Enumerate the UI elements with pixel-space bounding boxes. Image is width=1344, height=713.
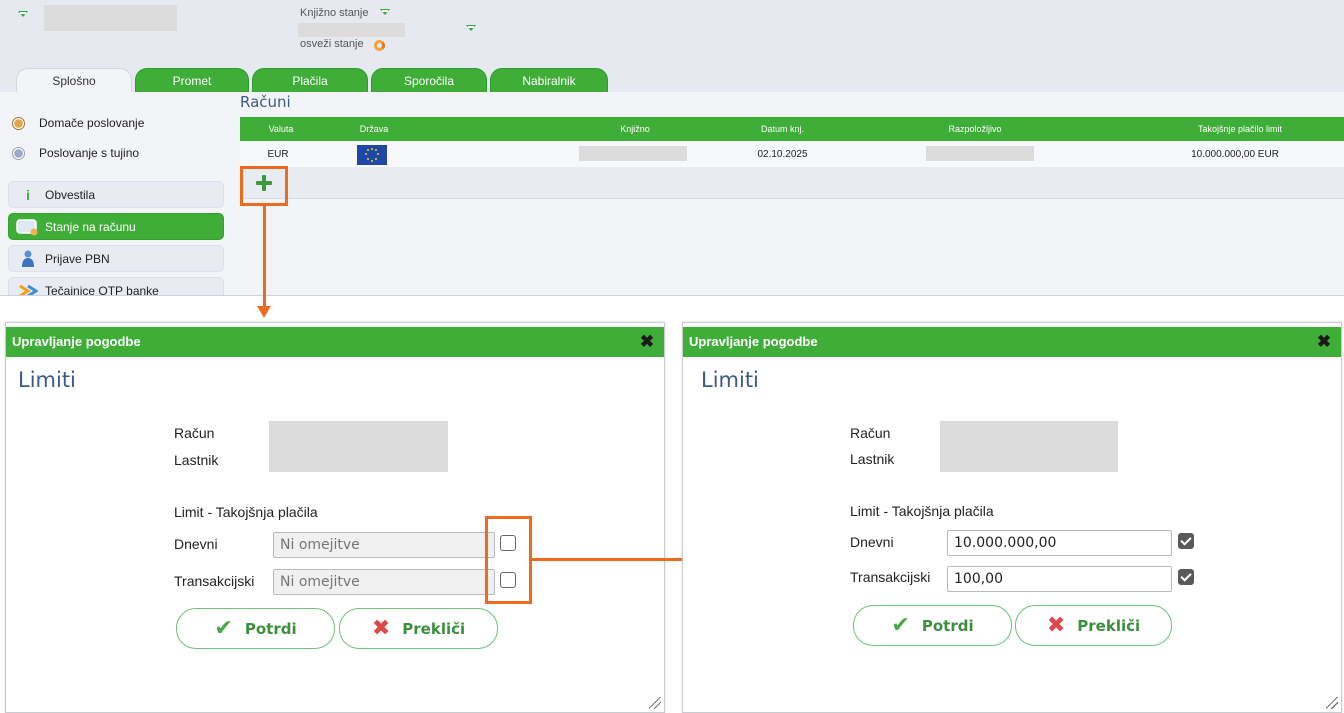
col-country[interactable]: Država [338,117,410,141]
confirm-label: Potrdi [244,619,297,638]
radio-domestic-label: Domače poslovanje [39,116,145,130]
transaction-label: Transakcijski [850,569,931,585]
redacted-account-owner [940,421,1118,472]
resize-grip-icon[interactable] [1326,697,1338,709]
sidebar-item-label: Tečajnice OTP banke [45,283,159,296]
cancel-button[interactable]: ✖ Prekliči [339,608,498,649]
col-booked[interactable]: Knjižno [570,117,700,141]
transaction-limit-checkbox[interactable] [1178,569,1194,585]
daily-limit-input[interactable] [273,532,495,558]
sidebar-item-tecajnice[interactable]: Tečajnice OTP banke [8,277,224,296]
redacted-account-owner [269,421,448,472]
close-icon[interactable]: ✖ [1309,327,1339,357]
cancel-label: Prekliči [1077,616,1141,635]
limits-dialog-after: Upravljanje pogodbe ✖ Limiti Račun Lastn… [682,322,1342,713]
radio-selected-icon [12,116,25,130]
transaction-limit-input[interactable] [273,569,495,595]
dialog-title: Upravljanje pogodbe [6,327,664,357]
highlight-checkboxes-callout [485,516,532,604]
transaction-limit-input[interactable] [947,566,1172,592]
daily-limit-input[interactable] [947,530,1172,556]
tab-placila[interactable]: Plačila [252,68,368,92]
section-label: Limit - Takojšnja plačila [174,504,318,520]
accounts-title: Računi [240,93,291,111]
sidebar-item-prijave[interactable]: Prijave PBN [8,245,224,272]
main-app-window: Knjižno stanje osveži stanje Splošno Pro… [0,0,1344,296]
transaction-label: Transakcijski [174,573,255,589]
table-footer [240,167,1344,199]
wallet-icon [15,217,41,237]
redacted-available [926,146,1034,161]
exchange-icon [15,281,41,295]
section-label: Limit - Takojšnja plačila [850,503,994,519]
tab-sporocila[interactable]: Sporočila [371,68,487,92]
radio-domestic[interactable]: Domače poslovanje [12,113,144,133]
accounts-table-header: Valuta Država Knjižno Datum knj. Razpolo… [240,117,1344,141]
confirm-button[interactable]: ✔ Potrdi [176,608,335,649]
dialog-title: Upravljanje pogodbe [683,327,1341,357]
cell-currency: EUR [267,149,289,160]
user-icon [15,249,41,269]
confirm-button[interactable]: ✔ Potrdi [853,605,1012,646]
col-currency[interactable]: Valuta [240,117,322,141]
sidebar-item-label: Obvestila [45,187,96,202]
col-available[interactable]: Razpoložljivo [910,117,1040,141]
tab-splosno[interactable]: Splošno [16,68,132,92]
refresh-label[interactable]: osveži stanje [300,38,364,50]
redacted-balance [298,23,405,37]
cancel-label: Prekliči [402,619,466,638]
info-icon: i [26,186,30,203]
redacted-account-name [44,5,177,31]
chevron-down-icon[interactable] [18,11,28,17]
account-select-chevron-icon[interactable] [466,25,476,31]
dialog-heading: Limiti [18,368,76,392]
sidebar-item-stanje[interactable]: Stanje na računu [8,213,224,240]
balance-label: Knjižno stanje [300,7,369,19]
redacted-booked [579,146,687,161]
sidebar-item-label: Stanje na računu [45,219,136,234]
confirm-label: Potrdi [921,616,974,635]
radio-unselected-icon [12,146,25,160]
tab-promet[interactable]: Promet [135,68,249,92]
check-icon: ✔ [214,616,233,641]
cancel-button[interactable]: ✖ Prekliči [1015,605,1172,646]
cell-booking-date: 02.10.2025 [757,149,808,160]
arrow-down-icon [257,306,271,318]
arrow-line [263,206,266,306]
sidebar-item-label: Prijave PBN [45,251,110,266]
owner-label: Lastnik [174,452,219,468]
resize-grip-icon[interactable] [649,697,661,709]
sidebar-item-obvestila[interactable]: i Obvestila [8,181,224,208]
tab-nabiralnik[interactable]: Nabiralnik [490,68,608,92]
account-label: Račun [850,425,891,441]
cell-instant-limit: 10.000.000,00 EUR [1191,149,1279,160]
account-label: Račun [174,425,215,441]
radio-foreign[interactable]: Poslovanje s tujino [12,143,139,163]
close-icon[interactable]: ✖ [632,327,662,357]
highlight-plus-callout [240,166,288,206]
col-booking-date[interactable]: Datum knj. [720,117,845,141]
balance-chevron-icon[interactable] [380,9,390,15]
x-icon: ✖ [371,616,391,641]
eu-flag-icon [357,145,387,165]
daily-label: Dnevni [850,534,894,550]
owner-label: Lastnik [850,451,895,467]
daily-limit-checkbox[interactable] [1178,533,1194,549]
radio-foreign-label: Poslovanje s tujino [39,146,140,160]
limits-dialog-before: Upravljanje pogodbe ✖ Limiti Račun Lastn… [5,322,665,713]
daily-label: Dnevni [174,536,218,552]
x-icon: ✖ [1046,613,1066,638]
col-instant-limit[interactable]: Takojšnje plačilo limit [1160,117,1320,141]
check-icon: ✔ [891,613,910,638]
top-bar: Knjižno stanje osveži stanje Splošno Pro… [0,0,1344,92]
dialog-heading: Limiti [701,368,759,392]
refresh-icon[interactable] [374,40,385,51]
table-row[interactable]: EUR 02.10.2025 10.000.000,00 EUR [240,143,1344,167]
